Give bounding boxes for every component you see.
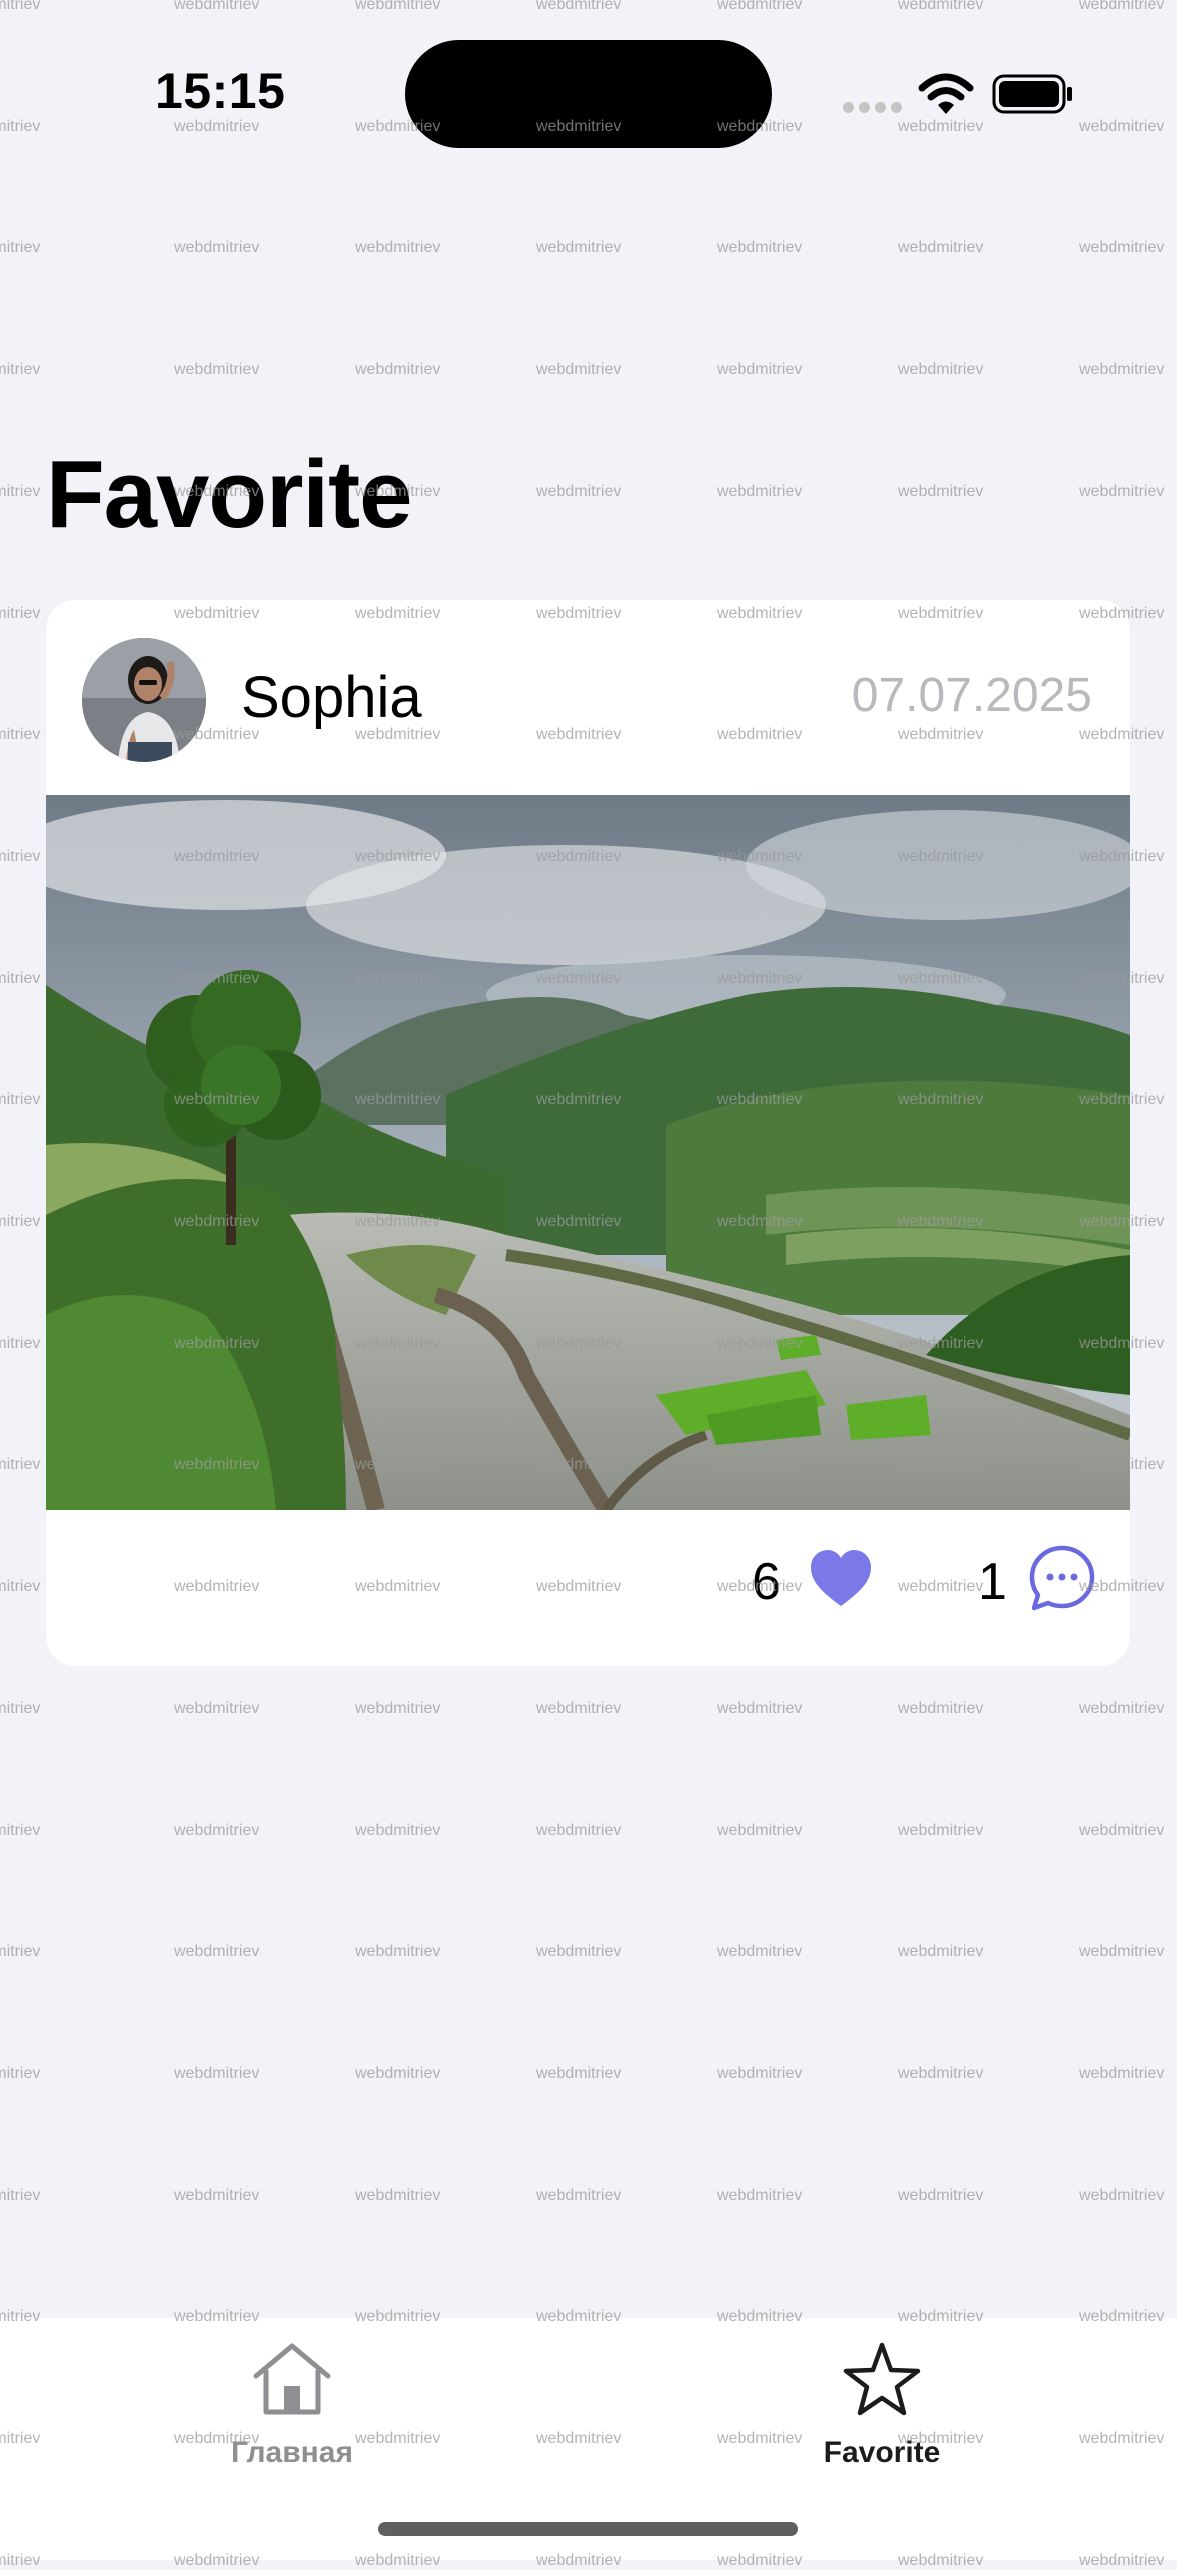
watermark-text: webdmitriev [174,1943,260,1960]
watermark-text: webdmitriev [717,1700,803,1717]
watermark-text: webdmitriev [898,239,984,256]
watermark-text: webdmitriev [1079,361,1165,378]
watermark-text: webdmitriev [898,118,984,135]
watermark-text: webdmitriev [536,483,622,500]
watermark-text: webdmitriev [0,118,41,135]
watermark-text: webdmitriev [717,239,803,256]
watermark-text: webdmitriev [355,2065,441,2082]
star-icon [843,2342,921,2416]
post-date: 07.07.2025 [851,669,1092,722]
watermark-text: webdmitriev [536,1700,622,1717]
watermark-text: webdmitriev [0,1822,41,1839]
watermark-text: webdmitriev [0,605,41,622]
watermark-text: webdmitriev [536,239,622,256]
watermark-text: webdmitriev [898,483,984,500]
watermark-text: webdmitriev [0,1943,41,1960]
post-card[interactable]: Sophia 07.07.2025 6 1 [46,600,1130,1666]
watermark-text: webdmitriev [1079,1822,1165,1839]
watermark-text: webdmitriev [0,239,41,256]
page-title: Favorite [46,441,412,548]
tab-home[interactable]: Главная [172,2328,412,2478]
watermark-text: webdmitriev [536,2187,622,2204]
watermark-text: webdmitriev [355,1822,441,1839]
watermark-text: webdmitriev [174,2065,260,2082]
comment-bubble-icon[interactable] [1026,1542,1098,1614]
rice-terraces-photo [46,795,1130,1510]
watermark-text: webdmitriev [0,1091,41,1108]
watermark-text: webdmitriev [1079,2065,1165,2082]
watermark-text: webdmitriev [0,1700,41,1717]
watermark-text: webdmitriev [536,361,622,378]
status-time: 15:15 [155,63,286,119]
watermark-text: webdmitriev [174,2187,260,2204]
watermark-text: webdmitriev [174,0,260,13]
tab-home-label: Главная [230,2436,353,2469]
post-photo[interactable] [46,795,1130,1510]
watermark-text: webdmitriev [0,2187,41,2204]
watermark-text: webdmitriev [355,2187,441,2204]
watermark-text: webdmitriev [717,1822,803,1839]
watermark-text: webdmitriev [0,0,41,13]
dynamic-island [405,40,772,148]
watermark-text: webdmitriev [898,2187,984,2204]
watermark-text: webdmitriev [355,1943,441,1960]
watermark-text: webdmitriev [174,1822,260,1839]
watermark-text: webdmitriev [0,1213,41,1230]
watermark-text: webdmitriev [898,1700,984,1717]
watermark-text: webdmitriev [717,0,803,13]
watermark-text: webdmitriev [0,361,41,378]
watermark-text: webdmitriev [1079,483,1165,500]
watermark-text: webdmitriev [898,0,984,13]
watermark-text: webdmitriev [174,118,260,135]
watermark-text: webdmitriev [898,361,984,378]
watermark-text: webdmitriev [0,1456,41,1473]
watermark-text: webdmitriev [1079,2187,1165,2204]
watermark-text: webdmitriev [0,1578,41,1595]
watermark-text: webdmitriev [898,1943,984,1960]
watermark-text: webdmitriev [536,0,622,13]
comments-count: 1 [978,1553,1007,1611]
watermark-text: webdmitriev [536,1822,622,1839]
tab-favorite-label: Favorite [823,2436,941,2469]
wifi-icon [918,73,974,114]
watermark-text: webdmitriev [717,2187,803,2204]
watermark-text: webdmitriev [0,1335,41,1352]
likes-count: 6 [752,1553,781,1611]
tab-favorite[interactable]: Favorite [762,2328,1002,2478]
watermark-text: webdmitriev [717,361,803,378]
watermark-text: webdmitriev [717,1943,803,1960]
heart-icon[interactable] [809,1548,873,1608]
watermark-text: webdmitriev [0,970,41,987]
watermark-text: webdmitriev [536,2065,622,2082]
watermark-text: webdmitriev [355,1700,441,1717]
watermark-text: webdmitriev [0,848,41,865]
cellular-signal-icon [843,102,903,116]
watermark-text: webdmitriev [174,361,260,378]
home-icon [253,2343,331,2415]
watermark-text: webdmitriev [355,0,441,13]
author-name[interactable]: Sophia [241,664,422,731]
watermark-text: webdmitriev [1079,0,1165,13]
watermark-text: webdmitriev [898,2065,984,2082]
watermark-text: webdmitriev [1079,239,1165,256]
watermark-text: webdmitriev [174,239,260,256]
watermark-text: webdmitriev [536,1943,622,1960]
watermark-text: webdmitriev [717,483,803,500]
avatar-image [82,638,206,762]
battery-icon [992,74,1072,114]
watermark-text: webdmitriev [355,361,441,378]
watermark-text: webdmitriev [355,239,441,256]
watermark-text: webdmitriev [0,2065,41,2082]
watermark-text: webdmitriev [0,483,41,500]
watermark-text: webdmitriev [898,1822,984,1839]
avatar[interactable] [82,638,206,762]
watermark-text: webdmitriev [1079,118,1165,135]
watermark-text: webdmitriev [174,1700,260,1717]
watermark-text: webdmitriev [717,2065,803,2082]
home-indicator[interactable] [378,2522,798,2536]
watermark-text: webdmitriev [0,726,41,743]
watermark-text: webdmitriev [1079,1943,1165,1960]
watermark-text: webdmitriev [1079,1700,1165,1717]
